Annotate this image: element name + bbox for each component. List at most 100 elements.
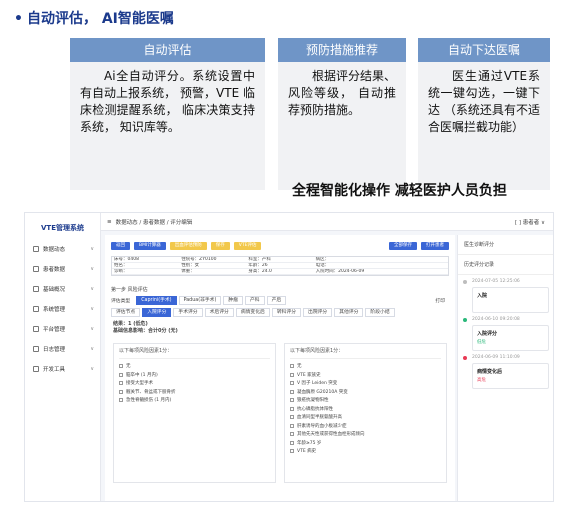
sidebar-item[interactable]: 日志管理 ∨ (25, 339, 100, 359)
risk-checkbox[interactable]: 接受大型手术 (119, 379, 270, 388)
section-tab[interactable]: 出院评分 (303, 308, 333, 317)
sidebar-item[interactable]: 平台管理 ∨ (25, 319, 100, 339)
risk-checkbox[interactable]: 急性脊髓损伤 (1 月内) (119, 396, 270, 405)
risk-checkbox[interactable]: V 因子 Leiden 突变 (290, 379, 441, 388)
checkbox-box[interactable] (119, 364, 123, 369)
risk-checkbox[interactable]: 年龄≥75 岁 (290, 439, 441, 448)
pane-header: 以下每项风险因素1分： (290, 347, 441, 359)
history-header-1: 医生诊断评分 (458, 235, 553, 255)
status-dot (463, 356, 467, 360)
model-tab[interactable]: 肿瘤 (223, 296, 243, 305)
sidebar-item[interactable]: 患者数据 ∨ (25, 259, 100, 279)
chevron-down-icon: ∨ (90, 286, 94, 292)
checkbox-box[interactable] (290, 432, 294, 437)
checkbox-box[interactable] (119, 398, 123, 403)
checkbox-label: 狼疮抗凝物阳性 (297, 398, 329, 404)
history-card[interactable]: 入院 (472, 287, 549, 313)
history-entry[interactable]: 2024-07-05 12:25:06 入院 (458, 279, 553, 313)
menu-item-icon (33, 326, 39, 332)
risk-checkbox[interactable]: 无 (290, 362, 441, 371)
print-button[interactable]: 打印 (435, 297, 445, 304)
risk-checkbox[interactable]: 肝素诱导的血小板减少症 (290, 422, 441, 431)
sidebar-item[interactable]: 开发工具 ∨ (25, 359, 100, 379)
risk-checkbox[interactable]: 狼疮抗凝物阳性 (290, 396, 441, 405)
history-entry[interactable]: 2024-06-09 11:10:09 病情变化后 高危 (458, 355, 553, 389)
risk-checkbox[interactable]: 髋关节、骨盆或下肢骨折 (119, 388, 270, 397)
checkbox-label: 其他先天性或获得性血栓形成倾向 (297, 432, 365, 438)
breadcrumb: 数据动态 / 患者数据 / 评分编辑 (115, 219, 193, 226)
toolbar-button[interactable]: 出血评估预防 (169, 242, 207, 250)
model-tab[interactable]: Caprini(手术) (136, 296, 177, 305)
model-tab[interactable]: 产科 (244, 296, 265, 305)
feature-card-prevention: 预防措施推荐 根据评分结果、风险等级， 自动推荐预防措施。 (278, 38, 406, 190)
checkbox-box[interactable] (119, 372, 123, 377)
menu-item-icon (33, 366, 39, 372)
chevron-down-icon: ∨ (90, 366, 94, 372)
sidebar-item-label: 平台管理 (43, 327, 66, 333)
checkbox-label: 血清同型半胱氨酸升高 (297, 415, 342, 421)
history-entry[interactable]: 2024-06-10 09:20:08 入院评分 低危 (458, 317, 553, 351)
result-text: 结果：1 (低危) (113, 321, 148, 327)
top-bar: ≡ 数据动态 / 患者数据 / 评分编辑 [ ] 患者者 ∨ (101, 213, 553, 231)
risk-checkbox[interactable]: 凝血酶原 G20210A 突变 (290, 388, 441, 397)
section-tab[interactable]: 手术评分 (173, 308, 203, 317)
model-tab[interactable]: 产后 (266, 296, 287, 305)
section-tab[interactable]: 评估节点 (111, 308, 141, 317)
feature-title: 自动下达医嘱 (418, 38, 550, 62)
checkbox-box[interactable] (290, 440, 294, 445)
checkbox-box[interactable] (290, 381, 294, 386)
checkbox-box[interactable] (119, 389, 123, 394)
section-tab[interactable]: 转科评分 (271, 308, 302, 317)
feature-card-auto-eval: 自动评估 Ai全自动评分。系统设置中有自动上报系统， 预警，VTE 临床检测提醒… (70, 38, 265, 190)
base-info-text: 基础信息影响：合计0分 (无) (113, 328, 178, 334)
sidebar-item[interactable]: 基础概况 ∨ (25, 279, 100, 299)
sidebar-item[interactable]: 系统管理 ∨ (25, 299, 100, 319)
risk-checkbox[interactable]: VTE 家族史 (290, 371, 441, 380)
feature-body: Ai全自动评分。系统设置中有自动上报系统， 预警，VTE 临床检测提醒系统， 临… (70, 62, 265, 190)
history-card[interactable]: 病情变化后 高危 (472, 363, 549, 389)
toolbar-button[interactable]: 打开患者 (421, 242, 449, 250)
app-screenshot: VTE管理系统 数据动态 ∨ 患者数据 ∨ 基础概况 ∨ 系统管理 ∨ 平台管理 ∨ 日志管理 ∨ 开发… (24, 212, 554, 502)
toolbar-button[interactable]: 返回 (111, 242, 130, 250)
risk-checkbox[interactable]: 无 (119, 362, 270, 371)
model-tab[interactable]: Padua(非手术) (178, 296, 222, 305)
toolbar-button[interactable]: 保存 (210, 242, 230, 250)
risk-checkbox[interactable]: 抗心磷脂抗体阳性 (290, 405, 441, 414)
feature-body: 医生通过VTE系统一键勾选，一键下达 （系统还具有不适合医嘱拦截功能） (418, 62, 550, 190)
section-tab[interactable]: 病情变化后 (235, 308, 270, 317)
checkbox-box[interactable] (290, 398, 294, 403)
section-heading: • 自动评估， AI智能医嘱 (14, 8, 174, 28)
history-card[interactable]: 入院评分 低危 (472, 325, 549, 351)
toolbar-button[interactable]: 全部保存 (389, 242, 417, 250)
checkbox-box[interactable] (119, 381, 123, 386)
checkbox-label: VTE 家族史 (297, 372, 321, 378)
user-menu[interactable]: [ ] 患者者 ∨ (515, 218, 545, 226)
section-tab[interactable]: 术后评分 (204, 308, 234, 317)
toolbar-button[interactable]: BMI计算器 (134, 242, 166, 250)
slogan: 全程智能化操作 减轻医护人员负担 (292, 183, 507, 199)
toolbar-button[interactable]: VTE评估 (233, 242, 262, 250)
chevron-down-icon: ∨ (90, 246, 94, 252)
history-date: 2024-06-10 09:20:08 (472, 317, 520, 322)
menu-icon[interactable]: ≡ (107, 219, 112, 225)
chevron-down-icon: ∨ (90, 326, 94, 332)
chevron-down-icon: ∨ (90, 346, 94, 352)
section-tab[interactable]: 入院评分 (142, 308, 172, 317)
section-tab[interactable]: 其他评分 (334, 308, 364, 317)
checkbox-box[interactable] (290, 406, 294, 411)
section-tab[interactable]: 阶段小结 (365, 308, 395, 317)
checkbox-box[interactable] (290, 372, 294, 377)
checkbox-box[interactable] (290, 415, 294, 420)
status-dot (463, 318, 467, 322)
checkbox-box[interactable] (290, 364, 294, 369)
checkbox-box[interactable] (290, 449, 294, 454)
checkbox-box[interactable] (290, 389, 294, 394)
risk-checkbox[interactable]: 脑卒中 (1 月内) (119, 371, 270, 380)
risk-checkbox[interactable]: 其他先天性或获得性血栓形成倾向 (290, 430, 441, 439)
step-title: 第一步 风险评估 (111, 287, 148, 293)
risk-checkbox[interactable]: VTE 病史 (290, 447, 441, 456)
risk-checkbox[interactable]: 血清同型半胱氨酸升高 (290, 413, 441, 422)
sidebar-item[interactable]: 数据动态 ∨ (25, 239, 100, 259)
patient-info-grid: 床号：0408 住院号：ZY0100 科室：产科 病区： 姓名： 性别：女 年龄：26 电话：… (111, 256, 449, 276)
checkbox-box[interactable] (290, 423, 294, 428)
